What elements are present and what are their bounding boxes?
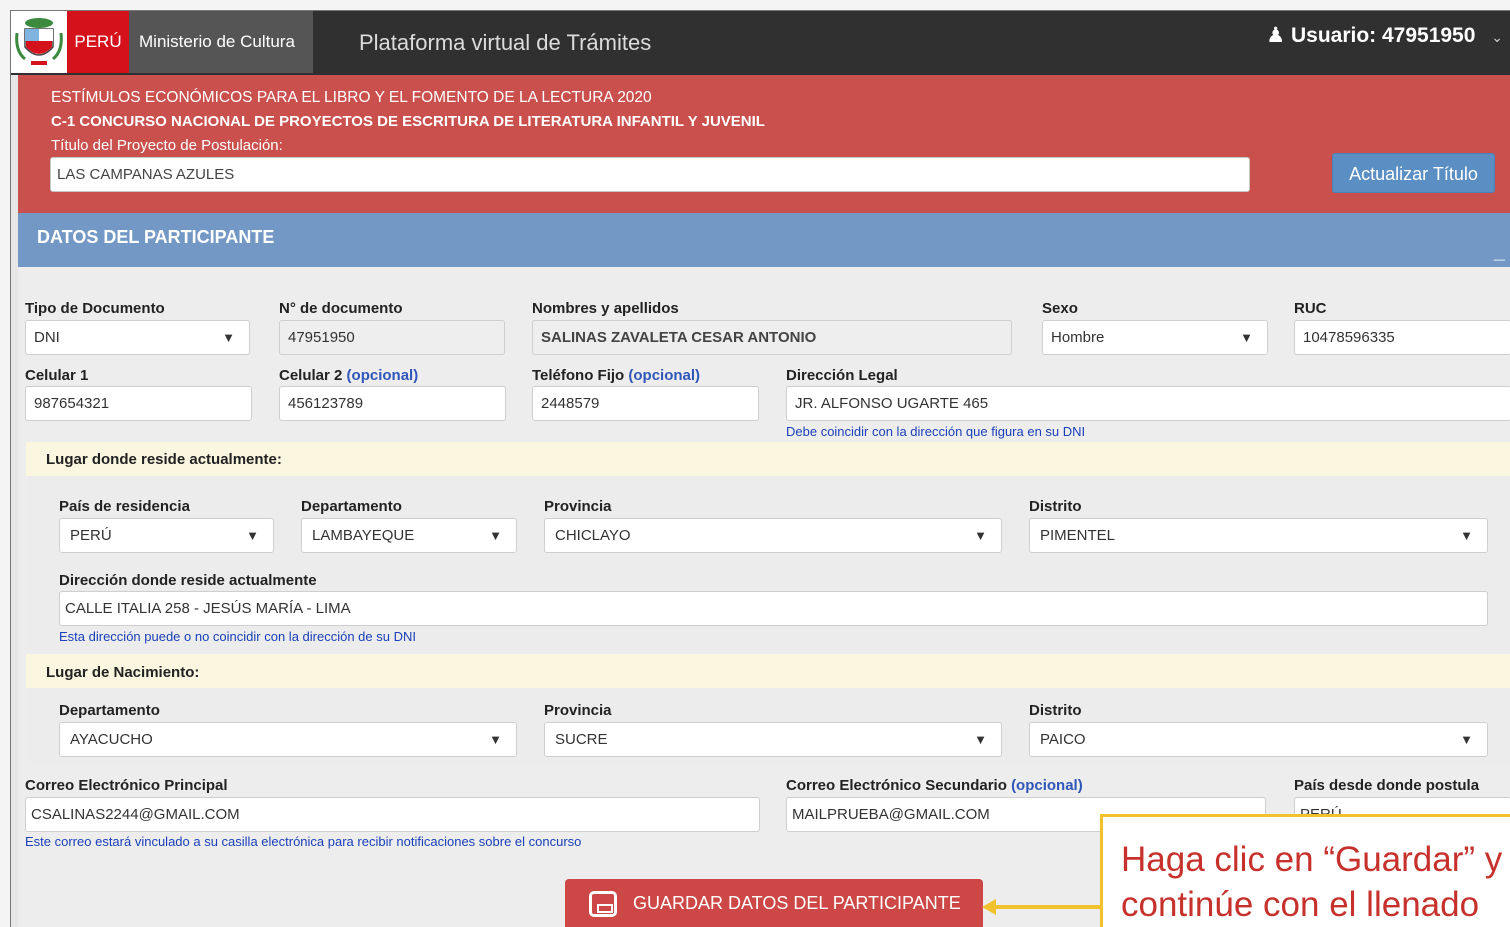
residence-address-label: Dirección donde reside actualmente: [59, 572, 317, 589]
dropdown-arrow-icon: ▼: [1460, 528, 1473, 543]
save-button-label: GUARDAR DATOS DEL PARTICIPANTE: [633, 893, 961, 913]
birth-dept-value: AYACUCHO: [70, 731, 153, 748]
ruc-label: RUC: [1294, 300, 1327, 317]
birth-heading-bar: Lugar de Nacimiento:: [26, 654, 1510, 688]
cell2-label: Celular 2 (opcional): [279, 367, 418, 384]
section-header: DATOS DEL PARTICIPANTE _: [18, 213, 1510, 267]
landline-field[interactable]: 2448579: [532, 386, 759, 421]
save-icon: [589, 891, 617, 917]
residence-country-label: País de residencia: [59, 498, 190, 515]
top-navbar: PERÚ Ministerio de Cultura Plataforma vi…: [11, 11, 1510, 75]
user-icon: ♟: [1266, 24, 1286, 47]
callout-arrow-line: [991, 905, 1101, 909]
dropdown-arrow-icon: ▼: [1460, 732, 1473, 747]
landline-label-text: Teléfono Fijo: [532, 367, 625, 384]
chevron-down-icon: ⌄: [1491, 29, 1503, 45]
browser-frame: PERÚ Ministerio de Cultura Plataforma vi…: [10, 10, 1510, 927]
legal-address-label: Dirección Legal: [786, 367, 898, 384]
full-name-field[interactable]: SALINAS ZAVALETA CESAR ANTONIO: [532, 320, 1012, 355]
doc-type-value: DNI: [34, 329, 60, 346]
residence-heading-bar: Lugar donde reside actualmente:: [26, 442, 1510, 476]
cell2-field[interactable]: 456123789: [279, 386, 506, 421]
dropdown-arrow-icon: ▼: [489, 528, 502, 543]
legal-address-hint: Debe coincidir con la dirección que figu…: [786, 424, 1086, 439]
dropdown-arrow-icon: ▼: [489, 732, 502, 747]
update-title-button[interactable]: Actualizar Título: [1332, 153, 1495, 193]
section-title: DATOS DEL PARTICIPANTE: [37, 227, 275, 247]
residence-dept-label: Departamento: [301, 498, 402, 515]
instruction-callout: Haga clic en “Guardar” y continúe con el…: [1100, 814, 1510, 927]
birth-prov-select[interactable]: SUCRE ▼: [544, 722, 1002, 757]
apply-country-label: País desde donde postula: [1294, 777, 1480, 794]
dropdown-arrow-icon: ▼: [1240, 330, 1253, 345]
user-menu[interactable]: ♟ Usuario: 47951950 ⌄: [1266, 11, 1503, 61]
callout-line-2: continúe con el llenado: [1121, 885, 1480, 924]
sex-value: Hombre: [1051, 329, 1105, 346]
residence-district-select[interactable]: PIMENTEL ▼: [1029, 518, 1488, 553]
cell1-field[interactable]: 987654321: [25, 386, 252, 421]
email-primary-label: Correo Electrónico Principal: [25, 777, 228, 794]
callout-arrow-head: [982, 899, 996, 915]
birth-prov-value: SUCRE: [555, 731, 608, 748]
email-primary-hint: Este correo estará vinculado a su casill…: [25, 834, 582, 849]
residence-prov-label: Provincia: [544, 498, 612, 515]
birth-dept-select[interactable]: AYACUCHO ▼: [59, 722, 517, 757]
residence-prov-value: CHICLAYO: [555, 527, 631, 544]
ministry-brand[interactable]: Ministerio de Cultura: [129, 11, 313, 73]
email-secondary-label: Correo Electrónico Secundario (opcional): [786, 777, 1083, 794]
email-secondary-label-text: Correo Electrónico Secundario: [786, 777, 1007, 794]
dropdown-arrow-icon: ▼: [974, 732, 987, 747]
dropdown-arrow-icon: ▼: [246, 528, 259, 543]
birth-prov-label: Provincia: [544, 702, 612, 719]
platform-title: Plataforma virtual de Trámites: [359, 30, 652, 55]
residence-address-field[interactable]: CALLE ITALIA 258 - JESÚS MARÍA - LIMA: [59, 591, 1488, 626]
contest-header: ESTÍMULOS ECONÓMICOS PARA EL LIBRO Y EL …: [18, 75, 1510, 213]
birth-district-label: Distrito: [1029, 702, 1082, 719]
project-title-input[interactable]: [50, 157, 1250, 192]
dropdown-arrow-icon: ▼: [222, 330, 235, 345]
user-label: Usuario: 47951950: [1290, 24, 1476, 47]
residence-district-value: PIMENTEL: [1040, 527, 1116, 544]
birth-heading: Lugar de Nacimiento:: [46, 664, 200, 681]
residence-prov-select[interactable]: CHICLAYO ▼: [544, 518, 1002, 553]
ruc-field[interactable]: 10478596335: [1294, 320, 1510, 355]
residence-heading: Lugar donde reside actualmente:: [46, 451, 282, 468]
residence-country-value: PERÚ: [70, 527, 112, 544]
optional-tag: (opcional): [628, 367, 701, 384]
project-title-label: Título del Proyecto de Postulación:: [51, 137, 283, 154]
email-primary-field[interactable]: CSALINAS2244@GMAIL.COM: [25, 797, 760, 832]
legal-address-field[interactable]: JR. ALFONSO UGARTE 465: [786, 386, 1510, 421]
dropdown-arrow-icon: ▼: [974, 528, 987, 543]
birth-district-value: PAICO: [1040, 731, 1086, 748]
peru-brand[interactable]: PERÚ: [67, 11, 129, 73]
birth-dept-label: Departamento: [59, 702, 160, 719]
coat-of-arms-logo: [11, 11, 67, 73]
save-participant-button[interactable]: GUARDAR DATOS DEL PARTICIPANTE: [565, 879, 983, 927]
optional-tag: (opcional): [1011, 777, 1083, 794]
doc-number-field[interactable]: 47951950: [279, 320, 505, 355]
residence-dept-value: LAMBAYEQUE: [312, 527, 415, 544]
program-title: ESTÍMULOS ECONÓMICOS PARA EL LIBRO Y EL …: [51, 89, 652, 106]
full-name-label: Nombres y apellidos: [532, 300, 679, 317]
residence-dept-select[interactable]: LAMBAYEQUE ▼: [301, 518, 517, 553]
cell1-label: Celular 1: [25, 367, 89, 384]
cell2-label-text: Celular 2: [279, 367, 343, 384]
sex-select[interactable]: Hombre ▼: [1042, 320, 1268, 355]
doc-number-label: N° de documento: [279, 300, 403, 317]
residence-district-label: Distrito: [1029, 498, 1082, 515]
residence-country-select[interactable]: PERÚ ▼: [59, 518, 274, 553]
doc-type-label: Tipo de Documento: [25, 300, 165, 317]
birth-district-select[interactable]: PAICO ▼: [1029, 722, 1488, 757]
landline-label: Teléfono Fijo (opcional): [532, 367, 700, 384]
collapse-icon[interactable]: _: [1494, 241, 1505, 264]
doc-type-select[interactable]: DNI ▼: [25, 320, 250, 355]
callout-line-1: Haga clic en “Guardar” y: [1121, 840, 1503, 879]
contest-title: C-1 CONCURSO NACIONAL DE PROYECTOS DE ES…: [51, 113, 765, 130]
sex-label: Sexo: [1042, 300, 1078, 317]
residence-address-hint: Esta dirección puede o no coincidir con …: [59, 629, 416, 644]
optional-tag: (opcional): [346, 367, 419, 384]
